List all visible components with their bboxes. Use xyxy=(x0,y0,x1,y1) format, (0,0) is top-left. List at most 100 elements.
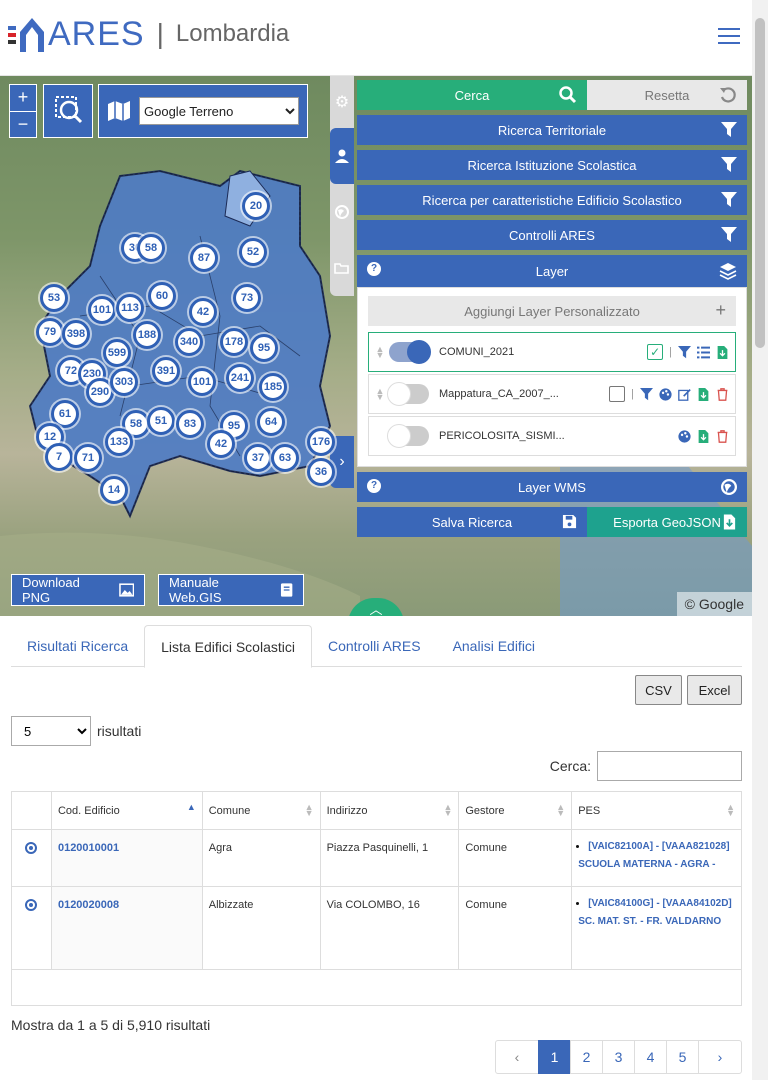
layer-toggle[interactable] xyxy=(389,340,431,364)
table-search-input[interactable] xyxy=(597,751,742,781)
filter-controlli-ares[interactable]: Controlli ARES xyxy=(357,220,747,250)
cluster-marker[interactable]: 42 xyxy=(189,298,217,326)
edit-icon[interactable] xyxy=(678,388,691,401)
tab-risultati-ricerca[interactable]: Risultati Ricerca xyxy=(11,625,144,667)
filter-icon[interactable] xyxy=(640,387,653,401)
page-5-button[interactable]: 5 xyxy=(666,1040,699,1074)
layer-wms-header[interactable]: ? Layer WMS xyxy=(357,472,747,502)
user-tab[interactable] xyxy=(330,128,354,184)
trash-icon[interactable] xyxy=(716,387,729,401)
cluster-marker[interactable]: 176 xyxy=(307,428,335,456)
column-header-comune[interactable]: Comune ▲ ▼ xyxy=(201,791,321,830)
cluster-marker[interactable]: 83 xyxy=(176,410,204,438)
cluster-marker[interactable]: 188 xyxy=(133,321,161,349)
pes-link[interactable]: [VAIC82100A] - [VAAA821028] xyxy=(588,841,729,852)
filter-icon[interactable] xyxy=(678,345,691,359)
cluster-marker[interactable]: 52 xyxy=(239,238,267,266)
cluster-marker[interactable]: 178 xyxy=(220,328,248,356)
page-3-button[interactable]: 3 xyxy=(602,1040,635,1074)
cluster-marker[interactable]: 101 xyxy=(188,368,216,396)
download-png-button[interactable]: Download PNG xyxy=(11,574,145,606)
cluster-marker[interactable]: 7 xyxy=(45,443,73,471)
cluster-marker[interactable]: 73 xyxy=(233,284,261,312)
column-header-cod-edificio[interactable]: Cod. Edificio ▲ xyxy=(50,791,203,830)
palette-icon[interactable] xyxy=(678,429,691,443)
cluster-marker[interactable]: 303 xyxy=(110,368,138,396)
page-length-select[interactable]: 5 xyxy=(11,716,91,746)
locate-icon[interactable] xyxy=(25,842,38,854)
cluster-marker[interactable]: 398 xyxy=(62,320,90,348)
tab-lista-edifici[interactable]: Lista Edifici Scolastici xyxy=(144,625,312,668)
tab-controlli-ares[interactable]: Controlli ARES xyxy=(312,625,437,667)
menu-icon[interactable] xyxy=(718,28,740,44)
scrollbar-thumb[interactable] xyxy=(755,18,765,348)
page-2-button[interactable]: 2 xyxy=(570,1040,603,1074)
cluster-marker[interactable]: 79 xyxy=(36,318,64,346)
page-prev-button[interactable]: ‹ xyxy=(495,1040,539,1074)
page-4-button[interactable]: 4 xyxy=(634,1040,667,1074)
cluster-marker[interactable]: 113 xyxy=(116,294,144,322)
cluster-marker[interactable]: 58 xyxy=(137,234,165,262)
filter-ricerca-territoriale[interactable]: Ricerca Territoriale xyxy=(357,115,747,145)
zoom-out-button[interactable]: − xyxy=(10,112,36,139)
cluster-marker[interactable]: 64 xyxy=(257,408,285,436)
zoom-selection-button[interactable] xyxy=(43,84,93,138)
cerca-button[interactable]: Cerca xyxy=(357,80,587,110)
manuale-webgis-button[interactable]: Manuale Web.GIS xyxy=(158,574,304,606)
drag-handle-icon[interactable]: ▲ ▼ xyxy=(375,345,385,360)
help-icon[interactable]: ? xyxy=(367,262,381,276)
layer-checkbox[interactable]: ✓ xyxy=(647,344,664,360)
cluster-marker[interactable]: 37 xyxy=(244,444,272,472)
column-header-indirizzo[interactable]: Indirizzo ▲ ▼ xyxy=(319,791,460,830)
esporta-geojson-button[interactable]: Esporta GeoJSON xyxy=(587,507,747,537)
zoom-in-button[interactable]: + xyxy=(10,85,36,112)
filter-ricerca-istituzione[interactable]: Ricerca Istituzione Scolastica xyxy=(357,150,747,180)
list-icon[interactable] xyxy=(697,346,710,359)
cod-edificio-link[interactable]: 0120020008 xyxy=(50,886,203,970)
column-header-gestore[interactable]: Gestore ▲ ▼ xyxy=(458,791,573,830)
palette-icon[interactable] xyxy=(659,387,672,401)
layer-toggle[interactable] xyxy=(387,382,429,406)
page-1-button[interactable]: 1 xyxy=(538,1040,571,1074)
cluster-marker[interactable]: 391 xyxy=(152,357,180,385)
cluster-marker[interactable]: 51 xyxy=(147,407,175,435)
cluster-marker[interactable]: 63 xyxy=(271,444,299,472)
cluster-marker[interactable]: 60 xyxy=(148,282,176,310)
add-custom-layer-button[interactable]: Aggiungi Layer Personalizzato + xyxy=(368,296,736,326)
cluster-marker[interactable]: 599 xyxy=(103,339,131,367)
cluster-marker[interactable]: 53 xyxy=(40,284,68,312)
cluster-marker[interactable]: 185 xyxy=(259,373,287,401)
layer-section-header[interactable]: ? Layer xyxy=(357,255,747,287)
help-icon[interactable]: ? xyxy=(367,479,381,493)
layer-toggle[interactable] xyxy=(387,424,429,448)
cluster-marker[interactable]: 340 xyxy=(175,328,203,356)
cluster-marker[interactable]: 101 xyxy=(88,296,116,324)
basemap-select[interactable]: Google Terreno xyxy=(139,97,299,125)
file-download-icon[interactable] xyxy=(697,429,710,443)
csv-button[interactable]: CSV xyxy=(635,675,682,705)
drag-handle-icon[interactable]: ▲ ▼ xyxy=(375,387,385,402)
cluster-marker[interactable]: 14 xyxy=(100,476,128,504)
filter-ricerca-caratteristiche[interactable]: Ricerca per caratteristiche Edificio Sco… xyxy=(357,185,747,215)
cluster-marker[interactable]: 133 xyxy=(105,428,133,456)
locate-icon[interactable] xyxy=(25,899,38,911)
salva-ricerca-button[interactable]: Salva Ricerca xyxy=(357,507,587,537)
cluster-marker[interactable]: 36 xyxy=(307,458,335,486)
layer-checkbox[interactable] xyxy=(609,386,626,402)
excel-button[interactable]: Excel xyxy=(687,675,742,705)
globe-tab[interactable] xyxy=(330,184,354,240)
cluster-marker[interactable]: 42 xyxy=(207,430,235,458)
cluster-marker[interactable]: 241 xyxy=(226,364,254,392)
cod-edificio-link[interactable]: 0120010001 xyxy=(50,829,203,887)
cluster-marker[interactable]: 87 xyxy=(190,244,218,272)
page-scrollbar[interactable] xyxy=(752,0,768,1080)
page-next-button[interactable]: › xyxy=(698,1040,742,1074)
trash-icon[interactable] xyxy=(716,429,729,443)
pes-link[interactable]: [VAIC84100G] - [VAAA84102D] xyxy=(588,898,732,909)
file-download-icon[interactable] xyxy=(697,387,710,401)
cluster-marker[interactable]: 71 xyxy=(74,444,102,472)
settings-tab[interactable]: ⚙ xyxy=(330,76,354,128)
cluster-marker[interactable]: 20 xyxy=(242,192,270,220)
logo[interactable]: ARES | Lombardia xyxy=(8,14,289,54)
folder-tab[interactable] xyxy=(330,240,354,296)
